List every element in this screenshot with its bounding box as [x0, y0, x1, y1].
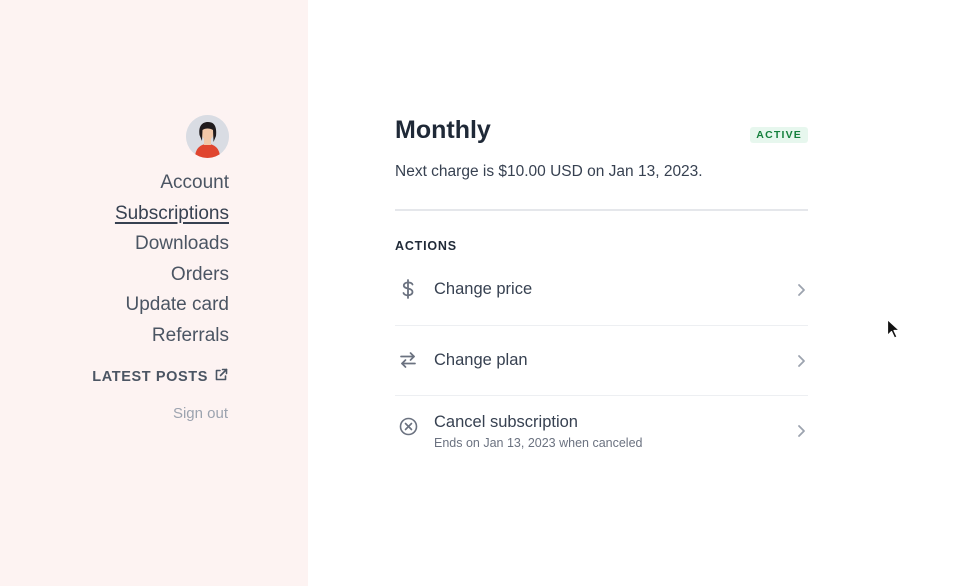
status-badge: ACTIVE	[750, 127, 808, 143]
nav-referrals[interactable]: Referrals	[115, 321, 229, 352]
plan-title: Monthly	[395, 116, 491, 144]
sign-out-link[interactable]: Sign out	[173, 405, 228, 422]
chevron-right-icon	[794, 351, 808, 371]
chevron-right-icon	[794, 421, 808, 441]
dollar-icon	[398, 279, 418, 299]
chevron-right-icon	[794, 280, 808, 300]
latest-posts-label: LATEST POSTS	[92, 369, 208, 385]
nav-orders[interactable]: Orders	[115, 260, 229, 291]
external-link-icon	[214, 368, 228, 386]
sidebar: Account Subscriptions Downloads Orders U…	[0, 0, 308, 586]
nav-update-card[interactable]: Update card	[115, 290, 229, 321]
nav-subscriptions[interactable]: Subscriptions	[115, 199, 229, 230]
mouse-pointer-icon	[886, 318, 902, 340]
cancel-subscription-action[interactable]: Cancel subscription Ends on Jan 13, 2023…	[395, 396, 808, 467]
latest-posts-link[interactable]: LATEST POSTS	[92, 368, 228, 386]
cancel-subscription-label: Cancel subscription	[434, 413, 578, 431]
nav-account[interactable]: Account	[115, 168, 229, 199]
change-plan-label: Change plan	[434, 350, 528, 369]
divider	[395, 209, 808, 211]
next-charge-text: Next charge is $10.00 USD on Jan 13, 202…	[395, 163, 703, 180]
actions-heading: ACTIONS	[395, 239, 457, 253]
cancel-subscription-note: Ends on Jan 13, 2023 when canceled	[434, 436, 643, 450]
swap-arrows-icon	[398, 350, 418, 370]
change-plan-action[interactable]: Change plan	[395, 326, 808, 396]
user-avatar-icon[interactable]	[186, 115, 229, 158]
account-nav: Account Subscriptions Downloads Orders U…	[115, 168, 229, 351]
cancel-circle-icon	[398, 416, 418, 436]
actions-list: Change price Change plan Cancel subscrip…	[395, 255, 808, 467]
nav-downloads[interactable]: Downloads	[115, 229, 229, 260]
change-price-label: Change price	[434, 280, 533, 298]
change-price-action[interactable]: Change price	[395, 255, 808, 326]
